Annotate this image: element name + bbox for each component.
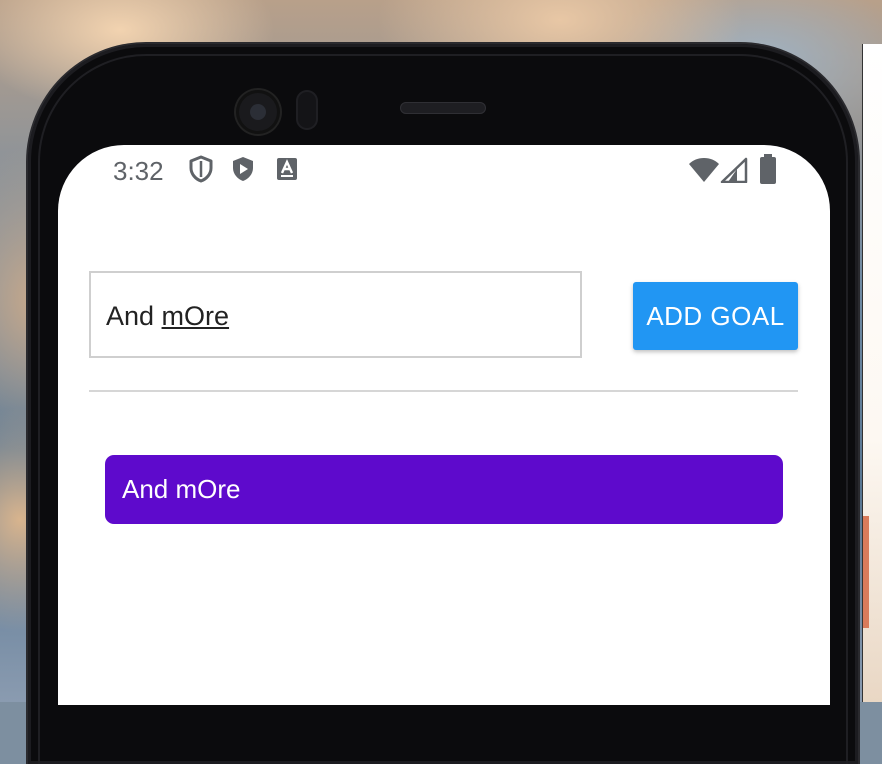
- front-camera-icon: [236, 90, 280, 134]
- adjacent-window-accent: [863, 516, 869, 628]
- app-screen: 3:32 And mOre ADD GOAL And mOre: [58, 145, 830, 705]
- shield-play-icon: [233, 157, 253, 181]
- adjacent-window-edge: [862, 44, 882, 702]
- keyboard-a-icon: [277, 158, 297, 180]
- wifi-icon: [689, 158, 719, 182]
- proximity-sensor: [296, 90, 318, 130]
- earpiece-speaker: [400, 102, 486, 114]
- goal-input-composing-text: mOre: [161, 301, 230, 331]
- divider: [89, 390, 798, 392]
- goal-input-text: And: [106, 301, 162, 331]
- goal-input[interactable]: And mOre: [89, 271, 582, 358]
- status-bar: 3:32: [58, 145, 830, 197]
- add-goal-button[interactable]: ADD GOAL: [633, 282, 798, 350]
- status-time: 3:32: [113, 156, 164, 186]
- shield-outline-icon: [189, 155, 213, 183]
- cellular-signal-icon: [720, 157, 748, 183]
- goal-list-item[interactable]: And mOre: [105, 455, 783, 524]
- battery-icon: [760, 154, 776, 184]
